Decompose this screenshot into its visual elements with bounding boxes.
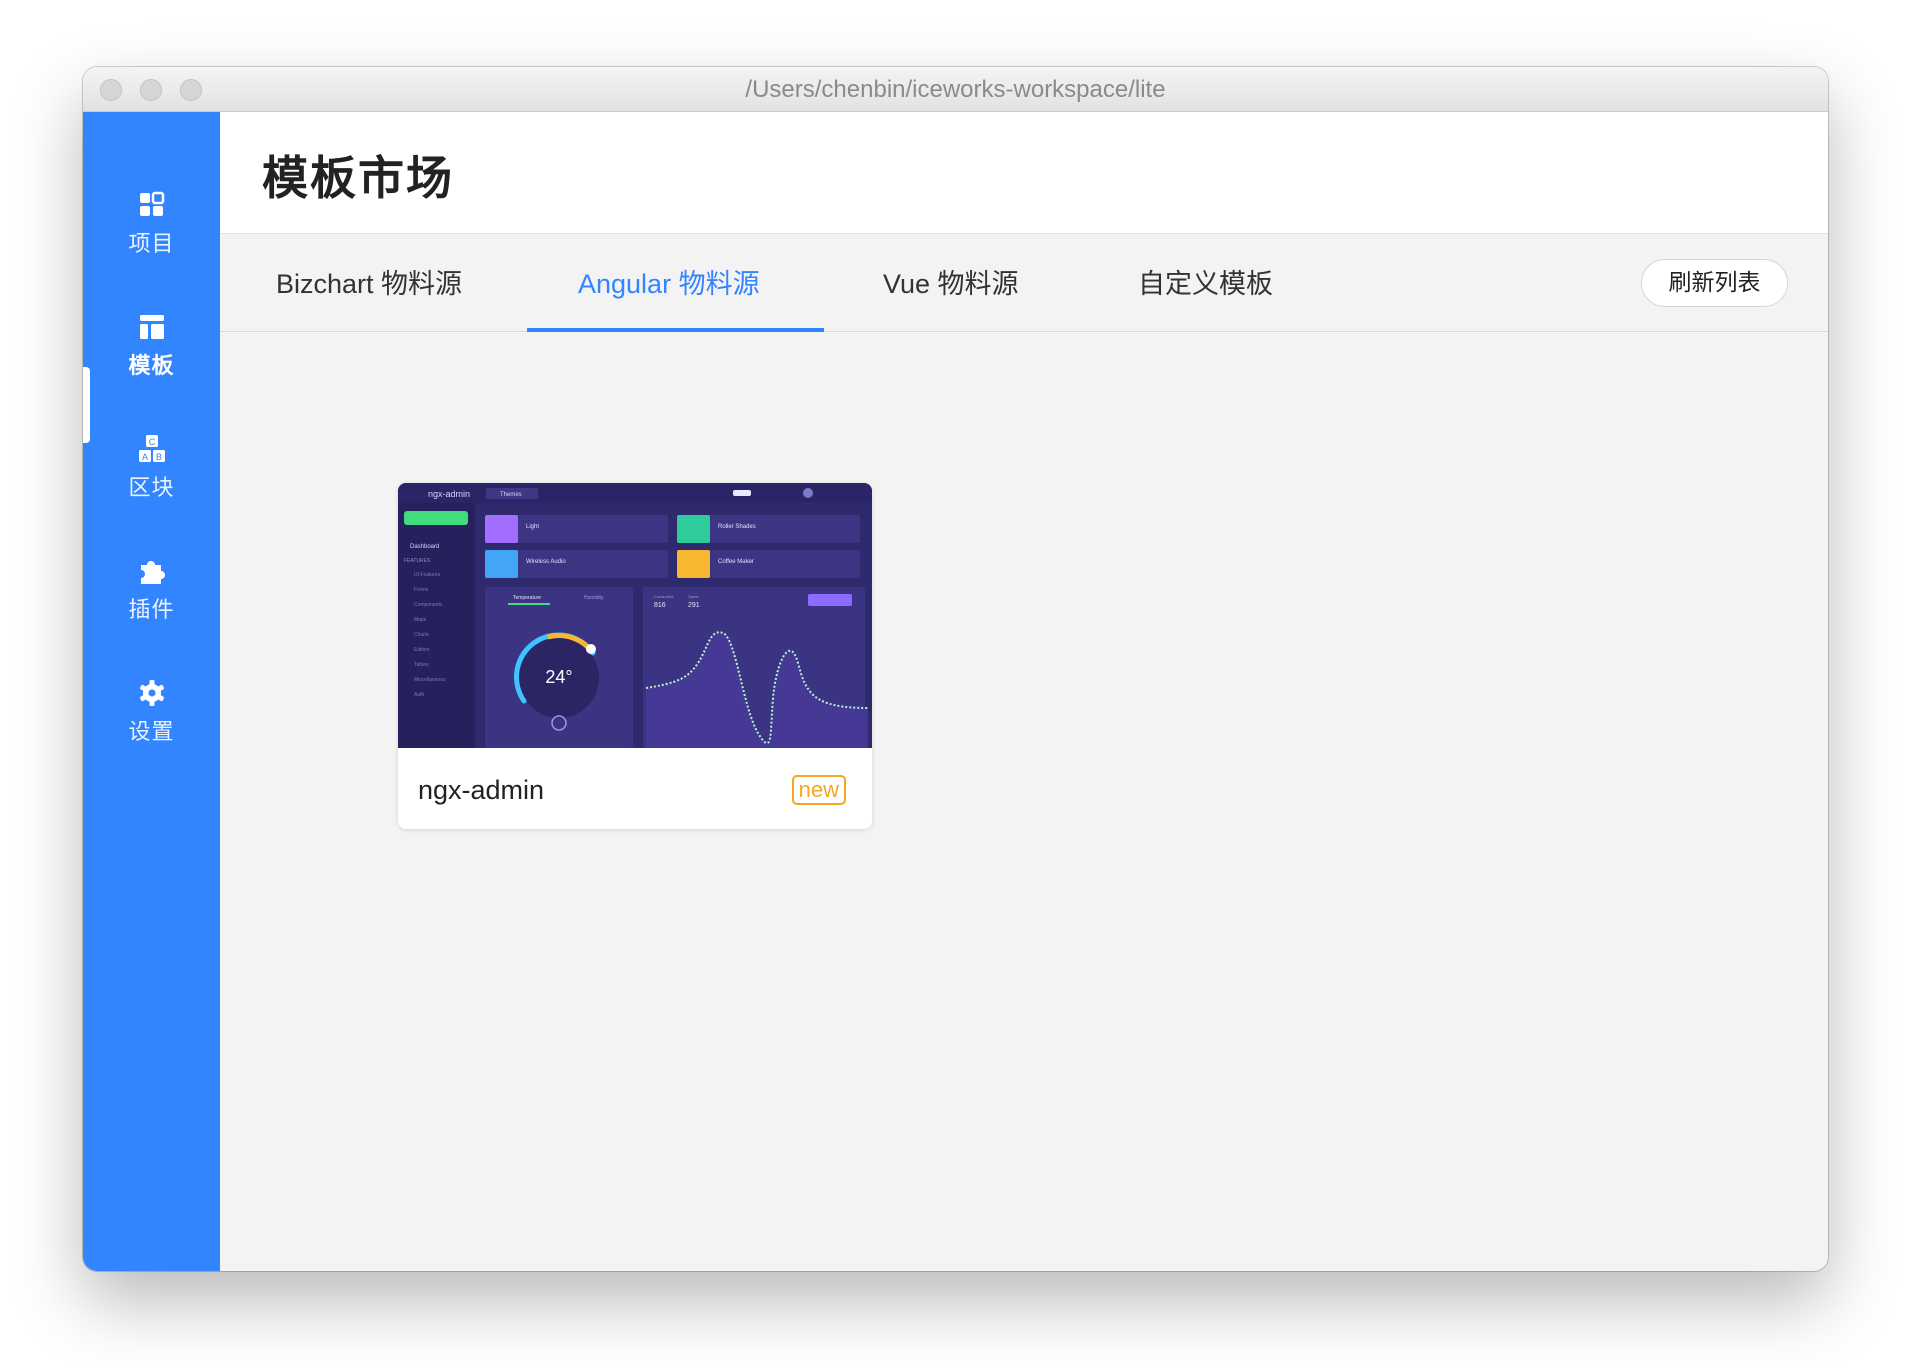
new-badge: new	[791, 775, 846, 805]
template-preview-image: ngx-admin Themes Dashboard FEATURES UI F…	[398, 483, 872, 748]
preview-device-label: Roller Shades	[718, 524, 756, 530]
preview-menu-item: Editors	[414, 647, 430, 653]
preview-stat-label: Spent	[688, 594, 699, 599]
preview-menu-item: Forms	[414, 587, 429, 593]
preview-tab-humidity: Humidity	[584, 595, 604, 601]
tab-angular[interactable]: Angular 物料源	[578, 262, 760, 301]
preview-stat-label: Consumed	[654, 594, 673, 599]
page-title: 模板市场	[262, 151, 454, 205]
active-tab-indicator	[527, 328, 824, 332]
sidebar-item-plugins[interactable]: 插件	[83, 528, 220, 628]
sidebar-item-label: 插件	[128, 598, 175, 623]
main-content: 模板市场 Bizchart 物料源 Angular 物料源 Vue 物料源 自定…	[220, 112, 1828, 1271]
gear-icon	[140, 680, 164, 706]
blocks-icon: C A B	[139, 435, 165, 462]
grid-icon	[140, 191, 165, 216]
preview-brand: ngx-admin	[428, 489, 470, 499]
preview-menu-item: Components	[414, 602, 443, 608]
sidebar-item-templates[interactable]: 模板	[83, 284, 220, 384]
refresh-list-button[interactable]: 刷新列表	[1641, 259, 1788, 307]
preview-tab-temperature: Temperature	[513, 595, 541, 601]
tab-custom-templates[interactable]: 自定义模板	[1138, 262, 1273, 301]
page-header: 模板市场	[220, 112, 1828, 234]
preview-device-label: Coffee Maker	[718, 559, 754, 565]
preview-menu-item: Miscellaneous	[414, 677, 446, 683]
puzzle-icon	[141, 561, 165, 584]
sidebar-item-label: 模板	[128, 354, 175, 379]
preview-device-label: Light	[526, 524, 539, 530]
preview-dial-value: 24°	[545, 667, 572, 687]
sidebar-item-label: 设置	[128, 720, 175, 745]
preview-menu-dashboard: Dashboard	[410, 544, 439, 550]
source-tabs: Bizchart 物料源 Angular 物料源 Vue 物料源 自定义模板 刷…	[220, 235, 1828, 332]
app-window: /Users/chenbin/iceworks-workspace/lite 项…	[83, 67, 1828, 1271]
window-title: /Users/chenbin/iceworks-workspace/lite	[745, 76, 1166, 103]
svg-text:B: B	[156, 452, 162, 462]
preview-stat-value: 816	[654, 602, 666, 609]
preview-menu-section: FEATURES	[404, 558, 431, 564]
preview-menu-item: Auth	[414, 692, 425, 698]
template-card[interactable]: ngx-admin Themes Dashboard FEATURES UI F…	[398, 483, 872, 829]
preview-stat-value: 291	[688, 602, 700, 609]
tab-bizchart[interactable]: Bizchart 物料源	[276, 262, 462, 301]
sidebar-item-blocks[interactable]: C A B 区块	[83, 406, 220, 506]
sidebar-item-settings[interactable]: 设置	[83, 650, 220, 750]
title-bar: /Users/chenbin/iceworks-workspace/lite	[83, 67, 1828, 112]
tab-vue[interactable]: Vue 物料源	[883, 262, 1019, 301]
sidebar-item-label: 区块	[128, 476, 175, 501]
preview-menu-item: UI Features	[414, 572, 441, 578]
preview-theme-label: Themes	[500, 492, 522, 498]
svg-text:C: C	[149, 437, 156, 447]
preview-menu-item: Charts	[414, 632, 429, 638]
template-name: ngx-admin	[418, 775, 545, 805]
sidebar: 项目 模板 C A B 区块 插件 设置	[83, 112, 220, 1271]
preview-menu-item: Tables	[414, 662, 429, 668]
svg-text:A: A	[142, 452, 148, 462]
layout-icon	[140, 315, 164, 339]
preview-device-label: Wireless Audio	[526, 559, 566, 565]
sidebar-item-label: 项目	[128, 232, 175, 257]
sidebar-item-projects[interactable]: 项目	[83, 162, 220, 262]
preview-menu-item: Maps	[414, 617, 427, 623]
